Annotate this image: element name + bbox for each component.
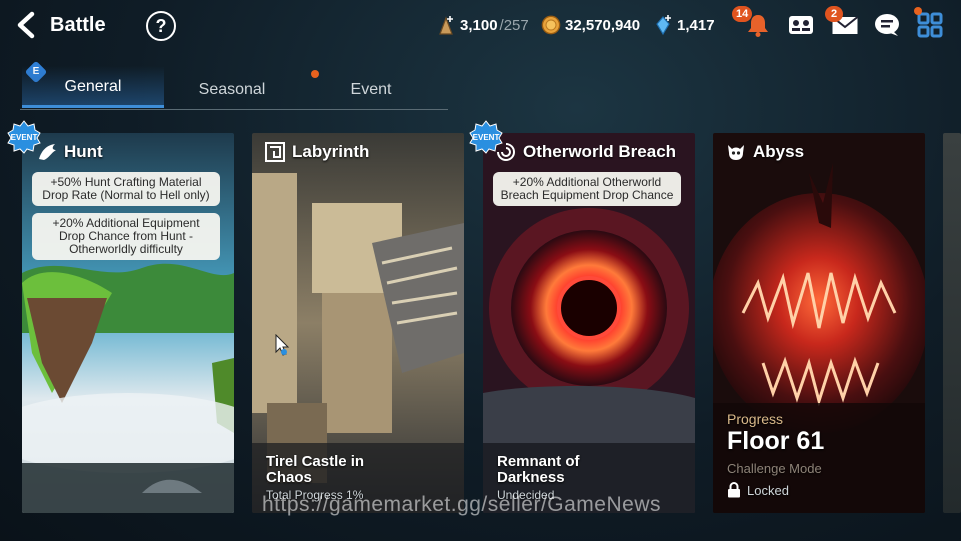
chat-button[interactable] <box>871 10 903 40</box>
stamina-value: 3,100 <box>460 16 498 34</box>
demon-skull-icon <box>728 145 744 160</box>
next-card-peek[interactable] <box>943 133 961 513</box>
main-menu-button[interactable] <box>914 7 946 40</box>
tab-seasonal[interactable]: Seasonal <box>161 66 303 108</box>
help-icon: ? <box>155 15 167 36</box>
gold-counter[interactable]: 32,570,940 <box>541 13 640 37</box>
hunt-event-label: EVENT <box>11 133 38 142</box>
stamina-icon <box>439 16 453 35</box>
back-arrow-icon <box>17 11 35 39</box>
stamina-counter[interactable]: 3,100 /257 <box>436 13 529 37</box>
crystal-counter[interactable]: 1,417 <box>653 13 715 37</box>
tab-bar: General Seasonal Event <box>20 66 448 110</box>
back-button[interactable]: Battle <box>14 9 106 41</box>
gold-value: 32,570,940 <box>565 16 641 34</box>
breach-event-badge: EVENT <box>469 120 503 154</box>
page-title: Battle <box>50 13 106 36</box>
breach-card-title: Otherworld Breach <box>523 142 677 161</box>
stamina-max: /257 <box>499 16 529 34</box>
hunt-event-badge: EVENT <box>7 120 41 154</box>
group-icon <box>789 16 813 34</box>
abyss-card-title: Abyss <box>753 142 805 161</box>
chat-icon <box>875 14 899 36</box>
crystal-icon <box>656 15 671 36</box>
breach-bonus-1: +20% Additional Otherworld Breach Equipm… <box>493 172 681 206</box>
hunt-card-title: Hunt <box>64 142 103 161</box>
mouse-cursor-icon <box>275 334 290 356</box>
breach-event-label: EVENT <box>473 133 500 142</box>
watermark-text: https://gamemarket.gg/seller/GameNews <box>262 493 661 516</box>
lock-icon <box>728 482 740 498</box>
abyss-card-footer: Progress Floor 61 Challenge Mode Locked <box>727 411 824 498</box>
notifications-button[interactable]: 14 <box>732 6 774 40</box>
tab-general[interactable]: General <box>22 66 164 108</box>
crystal-value: 1,417 <box>677 16 715 34</box>
labyrinth-card-header: Labyrinth <box>264 141 369 163</box>
grid-menu-icon <box>917 12 943 38</box>
labyrinth-location: Tirel Castle in Chaos <box>266 453 365 486</box>
notifications-count-badge: 14 <box>732 6 753 22</box>
abyss-card[interactable]: Abyss Progress Floor 61 Challenge Mode L… <box>713 133 925 513</box>
labyrinth-card[interactable]: Labyrinth Tirel Castle in Chaos Total Pr… <box>252 133 464 513</box>
help-button[interactable]: ? <box>146 11 176 41</box>
menu-alert-dot <box>914 7 922 15</box>
tab-event[interactable]: Event <box>300 66 442 108</box>
gold-coin-icon <box>541 15 561 35</box>
mail-count-badge: 2 <box>825 6 843 22</box>
tab-underline <box>20 109 448 110</box>
hunt-card[interactable]: Hunt +50% Hunt Crafting Material Drop Ra… <box>22 133 234 513</box>
hunt-bonus-1: +50% Hunt Crafting Material Drop Rate (N… <box>32 172 220 206</box>
friends-button[interactable] <box>785 10 817 40</box>
abyss-floor: Floor 61 <box>727 427 825 455</box>
breach-location: Remnant of Darkness <box>497 453 580 486</box>
abyss-lock-status: Locked <box>727 482 824 498</box>
abyss-lock-label: Locked <box>747 482 789 498</box>
abyss-card-header: Abyss <box>725 141 804 163</box>
hunt-card-header: Hunt <box>36 141 103 163</box>
top-bar: Battle ? 3,100 /257 32,570,940 1,417 14 <box>0 0 961 50</box>
abyss-mode: Challenge Mode <box>727 461 822 476</box>
hunt-bonus-2: +20% Additional Equipment Drop Chance fr… <box>32 213 220 260</box>
event-tab-alert-dot <box>311 70 319 78</box>
maze-icon <box>265 142 285 162</box>
otherworld-breach-card[interactable]: Otherworld Breach +20% Additional Otherw… <box>483 133 695 513</box>
abyss-progress-label: Progress <box>727 411 784 427</box>
breach-card-header: Otherworld Breach <box>495 141 676 163</box>
mail-button[interactable]: 2 <box>825 6 861 40</box>
labyrinth-card-title: Labyrinth <box>292 142 370 161</box>
